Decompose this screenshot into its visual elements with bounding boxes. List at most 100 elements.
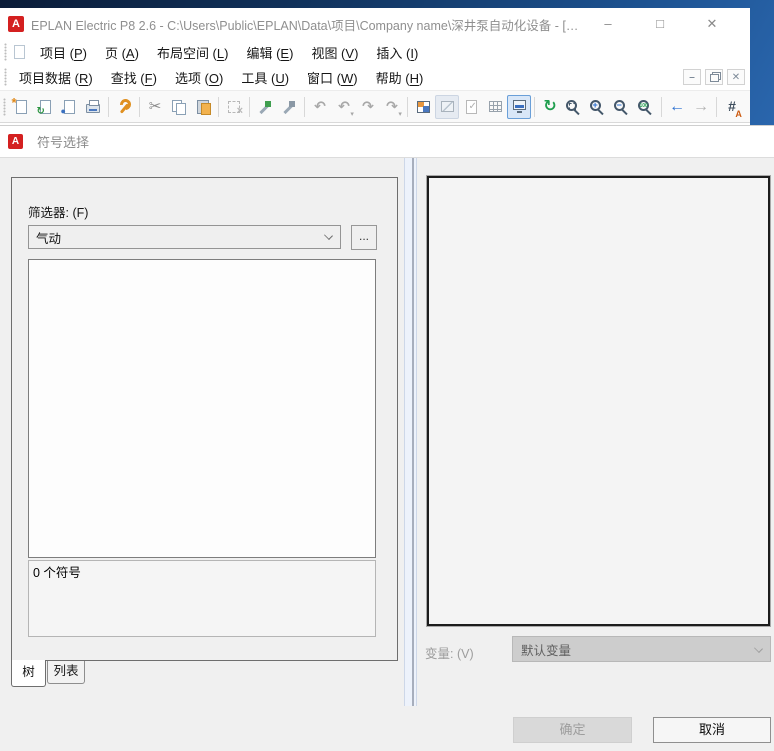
zoom-window-icon xyxy=(566,100,577,111)
symbol-preview-pane xyxy=(427,176,770,626)
menu-h[interactable]: 帮助 (H) xyxy=(367,66,433,89)
zoom-out-button[interactable] xyxy=(610,95,634,119)
refresh-icon xyxy=(543,99,556,115)
mdi-minimize-button[interactable]: – xyxy=(683,69,701,85)
graphics-preview-button[interactable] xyxy=(435,95,459,119)
toolbar-separator xyxy=(249,97,250,117)
restore-icon xyxy=(710,74,719,81)
menu-w[interactable]: 窗口 (W) xyxy=(298,66,367,89)
menu-u[interactable]: 工具 (U) xyxy=(232,66,298,89)
paste-icon xyxy=(197,100,209,114)
delete-placement-button[interactable] xyxy=(222,95,246,119)
mdi-restore-button[interactable] xyxy=(705,69,723,85)
undo-button[interactable] xyxy=(308,95,332,119)
print-icon xyxy=(86,104,100,113)
menu-r[interactable]: 项目数据 (R) xyxy=(10,66,102,89)
refresh-button[interactable] xyxy=(538,95,562,119)
assign-format-button[interactable] xyxy=(277,95,301,119)
menu-a[interactable]: 页 (A) xyxy=(96,41,148,64)
redo-list-button[interactable] xyxy=(380,95,404,119)
new-page-icon xyxy=(14,45,25,59)
toolbar-separator xyxy=(108,97,109,117)
zoom-in-icon xyxy=(590,100,601,111)
copy-button[interactable] xyxy=(167,95,191,119)
variant-dropdown[interactable]: 默认变量 xyxy=(512,636,771,662)
paste-button[interactable] xyxy=(191,95,215,119)
filter-dropdown[interactable]: 气动 xyxy=(28,225,341,249)
toolbar-separator xyxy=(304,97,305,117)
maximize-button[interactable]: □ xyxy=(646,16,674,32)
undo-list-button[interactable] xyxy=(332,95,356,119)
copy-format-icon xyxy=(257,99,273,115)
menu-e[interactable]: 编辑 (E) xyxy=(237,41,302,64)
check-page-button[interactable] xyxy=(459,95,483,119)
graphics-preview-icon xyxy=(441,101,454,112)
toolbar-separator xyxy=(218,97,219,117)
symbol-tree-list[interactable] xyxy=(28,259,376,558)
eplan-logo-icon: A xyxy=(8,16,24,32)
new-page-button[interactable] xyxy=(9,95,33,119)
symbol-count-status: 0 个符号 xyxy=(28,560,376,637)
eplan-logo-icon: A xyxy=(8,134,23,149)
table-button[interactable] xyxy=(483,95,507,119)
dialog-titlebar: A 符号选择 xyxy=(0,126,774,158)
forward-button[interactable] xyxy=(689,95,713,119)
menu-f[interactable]: 查找 (F) xyxy=(102,66,166,89)
delete-placement-icon xyxy=(228,101,240,113)
mdi-close-button[interactable]: ✕ xyxy=(727,69,745,85)
redo-button[interactable] xyxy=(356,95,380,119)
symbol-selection-dialog: A 符号选择 筛选器: (F) 气动 ... 0 个符号 树 列表 变量: (V… xyxy=(0,125,774,751)
zoom-out-icon xyxy=(614,100,625,111)
print-button[interactable] xyxy=(81,95,105,119)
grid-a-icon xyxy=(728,99,736,115)
grid-a-button[interactable] xyxy=(720,95,744,119)
table-icon xyxy=(489,101,502,112)
menubar-row2: 项目数据 (R)查找 (F)选项 (O)工具 (U)窗口 (W)帮助 (H) –… xyxy=(0,64,750,90)
menu-o[interactable]: 选项 (O) xyxy=(166,66,232,89)
grid-b-button[interactable] xyxy=(744,95,750,119)
window-layout-button[interactable] xyxy=(411,95,435,119)
close-page-icon xyxy=(64,100,75,114)
filter-label: 筛选器: (F) xyxy=(28,202,88,221)
wrench-button[interactable] xyxy=(112,95,136,119)
eplan-main-window: A EPLAN Electric P8 2.6 - C:\Users\Publi… xyxy=(0,8,750,125)
monitor-button[interactable] xyxy=(507,95,531,119)
dialog-title: 符号选择 xyxy=(37,132,89,151)
toolbar-separator xyxy=(661,97,662,117)
minimize-button[interactable]: – xyxy=(594,16,622,32)
back-button[interactable] xyxy=(665,95,689,119)
menu-p[interactable]: 项目 (P) xyxy=(31,41,96,64)
zoom-window-button[interactable] xyxy=(562,95,586,119)
mdi-window-buttons: – ✕ xyxy=(683,69,745,85)
variant-label: 变量: (V) xyxy=(425,643,474,662)
toolbar-separator xyxy=(716,97,717,117)
menu-i[interactable]: 插入 (I) xyxy=(367,41,427,64)
toolbar-drag-handle xyxy=(4,43,7,61)
open-page-icon xyxy=(40,100,51,114)
chevron-down-icon xyxy=(754,644,763,653)
zoom-100-button[interactable] xyxy=(634,95,658,119)
undo-list-icon xyxy=(338,99,350,115)
filter-more-button[interactable]: ... xyxy=(351,225,377,250)
tab-tree[interactable]: 树 xyxy=(11,660,46,687)
cut-icon xyxy=(149,99,162,115)
cancel-button[interactable]: 取消 xyxy=(653,717,771,743)
ok-button[interactable]: 确定 xyxy=(513,717,632,743)
chevron-down-icon xyxy=(324,231,333,240)
toolbar-drag-handle xyxy=(4,68,7,86)
menu-l[interactable]: 布局空间 (L) xyxy=(148,41,238,64)
redo-list-icon xyxy=(386,99,398,115)
close-page-button[interactable] xyxy=(57,95,81,119)
open-page-button[interactable] xyxy=(33,95,57,119)
menu-v[interactable]: 视图 (V) xyxy=(302,41,367,64)
monitor-icon xyxy=(513,100,526,110)
zoom-in-button[interactable] xyxy=(586,95,610,119)
menubar-row1: 项目 (P)页 (A)布局空间 (L)编辑 (E)视图 (V)插入 (I) xyxy=(0,40,750,64)
copy-format-button[interactable] xyxy=(253,95,277,119)
forward-icon xyxy=(693,99,709,115)
cut-button[interactable] xyxy=(143,95,167,119)
back-icon xyxy=(669,99,685,115)
close-button[interactable]: ✕ xyxy=(698,16,726,32)
panel-splitter[interactable] xyxy=(404,158,417,706)
tab-list[interactable]: 列表 xyxy=(47,661,85,684)
